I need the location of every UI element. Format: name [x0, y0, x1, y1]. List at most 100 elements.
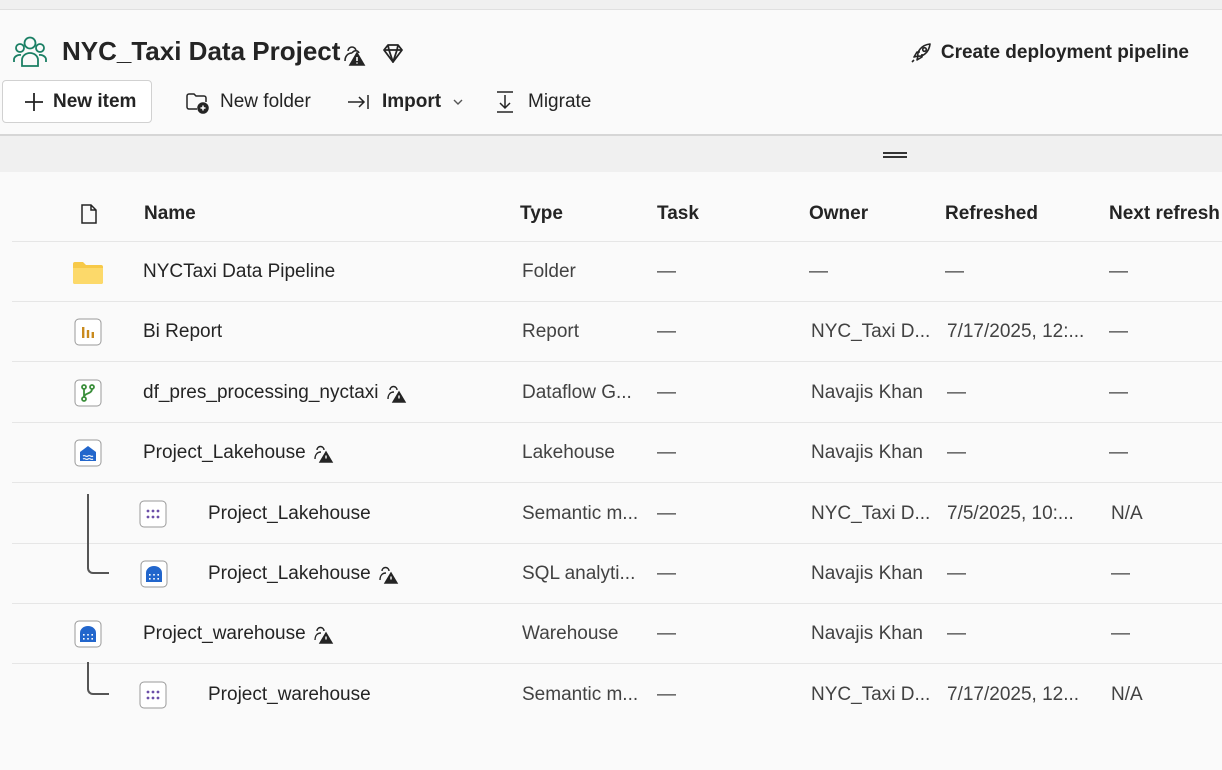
- chevron-down-icon: [453, 99, 463, 105]
- top-strip: [0, 0, 1222, 10]
- table-row[interactable]: Project_warehouse Semantic m... — NYC_Ta…: [12, 662, 1222, 725]
- item-refreshed-cell: —: [947, 563, 966, 584]
- item-name-cell[interactable]: Project_Lakehouse: [208, 484, 371, 544]
- table-row[interactable]: Project_warehouse Warehouse — Navajis Kh…: [12, 604, 1222, 664]
- header-next-refresh[interactable]: Next refresh: [1109, 203, 1220, 225]
- semantic-model-icon: [139, 681, 167, 709]
- report-icon: [74, 318, 102, 346]
- item-task-cell: —: [657, 684, 676, 705]
- item-owner-cell: Navajis Khan: [811, 442, 923, 463]
- item-task-cell: —: [657, 382, 676, 403]
- warehouse-icon: [74, 620, 102, 648]
- item-owner-cell: NYC_Taxi D...: [811, 503, 931, 524]
- item-refreshed-cell: 7/5/2025, 10:...: [947, 503, 1074, 524]
- dataflow-icon: [74, 379, 102, 407]
- item-owner-cell: Navajis Khan: [811, 623, 923, 644]
- new-item-button[interactable]: New item: [2, 80, 152, 123]
- table-row[interactable]: Project_Lakehouse Lakehouse — Navajis Kh…: [12, 423, 1222, 483]
- import-dropdown[interactable]: Import: [346, 80, 465, 123]
- header-name[interactable]: Name: [144, 203, 196, 225]
- migrate-label: Migrate: [528, 90, 592, 112]
- folder-add-icon: [186, 92, 209, 114]
- header-refreshed[interactable]: Refreshed: [945, 203, 1038, 225]
- workspace-icon: [13, 36, 47, 67]
- semantic-model-icon: [139, 500, 167, 528]
- header-task[interactable]: Task: [657, 203, 699, 225]
- item-task-cell: —: [657, 321, 676, 342]
- table-row[interactable]: Bi Report Report — NYC_Taxi D... 7/17/20…: [12, 302, 1222, 362]
- deploy-label: Create deployment pipeline: [940, 42, 1189, 63]
- sql-endpoint-icon: [140, 560, 168, 588]
- item-name-cell[interactable]: Project_warehouse: [143, 604, 334, 664]
- item-next-refresh-cell: —: [1109, 261, 1128, 282]
- create-deployment-pipeline-button[interactable]: Create deployment pipeline: [909, 41, 1189, 65]
- lakehouse-icon: [74, 439, 102, 467]
- table-row[interactable]: Project_Lakehouse Semantic m... — NYC_Ta…: [12, 484, 1222, 574]
- item-next-refresh-cell: N/A: [1111, 503, 1143, 524]
- new-item-label: New item: [53, 90, 137, 112]
- item-owner-cell: Navajis Khan: [811, 382, 923, 403]
- pane-splitter: [0, 134, 1222, 172]
- header-type[interactable]: Type: [520, 203, 563, 225]
- item-type-cell: Warehouse: [522, 623, 619, 644]
- toolbar: New item New folder Import Migrate: [0, 80, 1222, 124]
- item-refreshed-cell: 7/17/2025, 12...: [947, 684, 1080, 705]
- import-arrow-icon: [348, 94, 369, 109]
- item-name-cell[interactable]: Bi Report: [143, 302, 222, 362]
- table-row[interactable]: Project_Lakehouse SQL analyti... — Navaj…: [12, 544, 1222, 604]
- folder-icon: [73, 262, 103, 284]
- sensitivity-warning-icon: [313, 626, 333, 644]
- item-owner-cell: NYC_Taxi D...: [811, 321, 931, 342]
- item-name-cell[interactable]: Project_Lakehouse: [143, 423, 334, 483]
- item-type-cell: Folder: [522, 261, 576, 282]
- item-next-refresh-cell: N/A: [1111, 684, 1143, 705]
- item-next-refresh-cell: —: [1109, 321, 1128, 342]
- item-refreshed-cell: —: [947, 442, 966, 463]
- item-refreshed-cell: —: [945, 261, 964, 282]
- item-owner-cell: NYC_Taxi D...: [811, 684, 931, 705]
- item-type-cell: Semantic m...: [522, 503, 639, 524]
- item-task-cell: —: [657, 563, 676, 584]
- plus-icon: [25, 92, 43, 111]
- item-type-cell: Lakehouse: [522, 442, 615, 463]
- tree-connector: [87, 662, 109, 695]
- table-header: Name Type Task Owner Refreshed Next refr…: [12, 186, 1222, 242]
- table-row[interactable]: NYCTaxi Data Pipeline Folder — — — —: [12, 242, 1222, 302]
- resize-handle[interactable]: [883, 152, 907, 158]
- item-next-refresh-cell: —: [1109, 382, 1128, 403]
- sensitivity-warning-icon: [313, 445, 333, 463]
- item-name-cell[interactable]: Project_warehouse: [208, 665, 371, 725]
- file-type-icon: [81, 204, 97, 224]
- item-owner-cell: Navajis Khan: [811, 563, 923, 584]
- item-type-cell: Report: [522, 321, 580, 342]
- premium-diamond-icon[interactable]: [380, 41, 406, 67]
- item-task-cell: —: [657, 261, 676, 282]
- item-task-cell: —: [657, 623, 676, 644]
- item-name-cell[interactable]: Project_Lakehouse: [208, 544, 399, 604]
- item-task-cell: —: [657, 442, 676, 463]
- item-next-refresh-cell: —: [1109, 442, 1128, 463]
- item-type-cell: Semantic m...: [522, 684, 639, 705]
- migrate-icon: [497, 90, 513, 113]
- new-folder-label: New folder: [220, 90, 311, 112]
- item-refreshed-cell: —: [947, 382, 966, 403]
- item-refreshed-cell: —: [947, 623, 966, 644]
- item-type-cell: Dataflow G...: [522, 382, 632, 403]
- item-name-cell[interactable]: NYCTaxi Data Pipeline: [143, 242, 335, 302]
- item-task-cell: —: [657, 503, 676, 524]
- item-type-cell: SQL analyti...: [522, 563, 636, 584]
- page-title: NYC_Taxi Data Project: [62, 36, 341, 66]
- table-row[interactable]: df_pres_processing_nyctaxi Dataflow G...…: [12, 363, 1222, 423]
- item-next-refresh-cell: —: [1111, 623, 1130, 644]
- rocket-icon: [911, 43, 931, 63]
- header-owner[interactable]: Owner: [809, 203, 868, 225]
- item-refreshed-cell: 7/17/2025, 12:...: [947, 321, 1085, 342]
- new-folder-button[interactable]: New folder: [184, 80, 311, 123]
- import-label: Import: [382, 90, 442, 112]
- sensitivity-warning-icon[interactable]: [341, 41, 367, 67]
- sensitivity-warning-icon: [386, 385, 406, 403]
- item-name-cell[interactable]: df_pres_processing_nyctaxi: [143, 363, 407, 423]
- migrate-button[interactable]: Migrate: [492, 80, 591, 123]
- sensitivity-warning-icon: [378, 566, 398, 584]
- item-owner-cell: —: [809, 261, 828, 282]
